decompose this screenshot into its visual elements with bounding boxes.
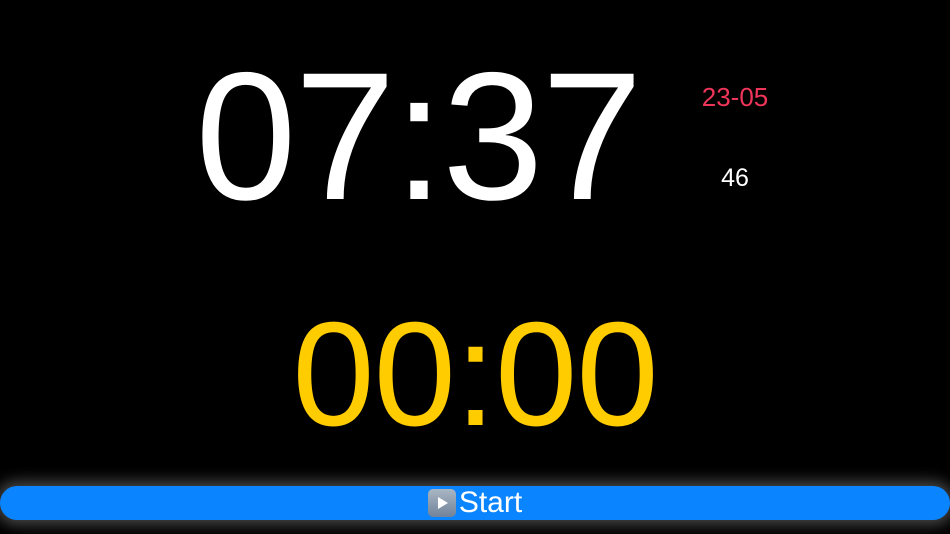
start-button-label: Start bbox=[458, 486, 523, 519]
timer-display: 00:00 bbox=[292, 292, 658, 457]
clock-date: 23-05 bbox=[701, 82, 769, 112]
play-icon bbox=[427, 489, 456, 517]
start-button[interactable]: Start bbox=[0, 486, 950, 520]
clock-time: 07:37 bbox=[195, 34, 642, 238]
clock-seconds: 46 bbox=[721, 164, 749, 192]
